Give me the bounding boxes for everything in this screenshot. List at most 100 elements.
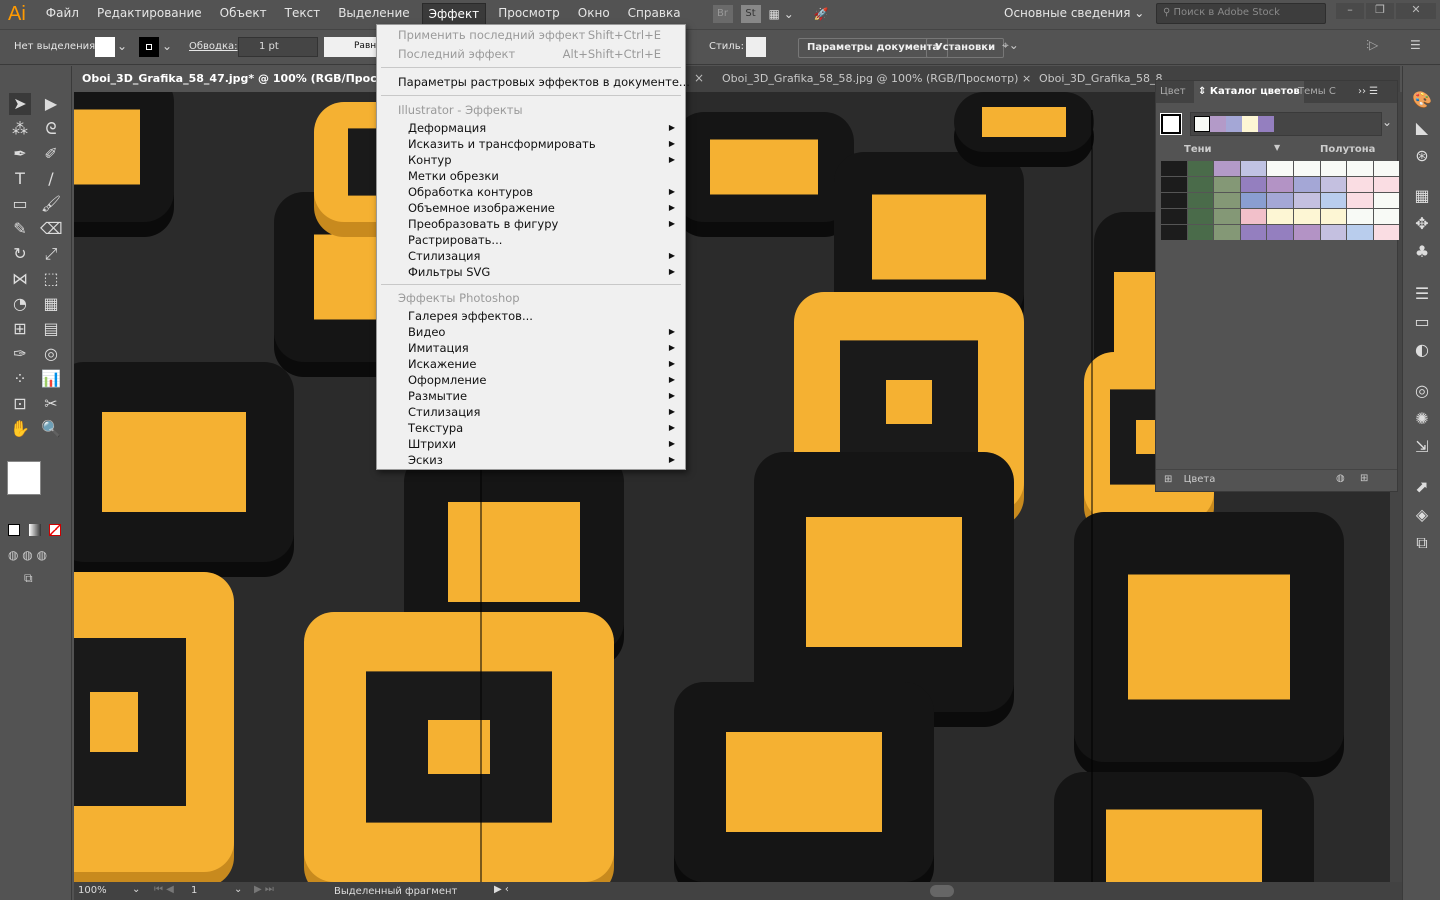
stroke-icon[interactable]: ☰ [1411, 284, 1433, 306]
page-dropdown[interactable]: ⌄ [234, 884, 242, 895]
stroke-profile-select[interactable]: Равн [324, 37, 376, 57]
color-swatch[interactable] [1214, 209, 1240, 224]
color-swatch[interactable] [1293, 177, 1320, 192]
color-swatch[interactable] [1240, 177, 1267, 192]
tab-document-58[interactable]: Oboi_3D_Grafika_58_58.jpg @ 100% (RGB/Пр… [714, 66, 1039, 92]
blend-tool-icon[interactable]: ◎ [40, 343, 62, 365]
gpu-performance-icon[interactable]: 🚀 [814, 7, 829, 21]
menu-item-photoshop-effect[interactable]: Штрихи ▶ [408, 436, 675, 452]
horizontal-scrollbar-thumb[interactable] [930, 885, 954, 897]
menu-effect[interactable]: Эффект [421, 3, 487, 25]
stroke-label[interactable]: Обводка: [189, 41, 238, 52]
hand-tool-icon[interactable]: ✋ [9, 418, 31, 440]
color-swatch[interactable] [1161, 193, 1187, 208]
shape-builder-tool-icon[interactable]: ◔ [9, 293, 31, 315]
color-swatch[interactable] [1293, 225, 1320, 240]
stock-search-input[interactable]: ⚲ Поиск в Adobe Stock [1156, 3, 1326, 24]
status-menu-arrow[interactable]: ▶ ‹ [494, 884, 509, 895]
color-themes-icon[interactable]: ⊛ [1411, 146, 1433, 168]
menu-item-illustrator-effect[interactable]: Обработка контуров ▶ [408, 184, 675, 200]
menu-file[interactable]: Файл [40, 3, 85, 25]
slice-tool-icon[interactable]: ✂ [40, 393, 62, 415]
harmony-color-swatch[interactable] [1226, 116, 1242, 132]
color-swatch[interactable] [1187, 193, 1214, 208]
panel-menu-icon[interactable]: ☰ [1410, 38, 1421, 52]
color-swatch[interactable] [1267, 209, 1293, 224]
preferences-button[interactable]: Установки [926, 38, 1005, 58]
menu-item-illustrator-effect[interactable]: Стилизация ▶ [408, 248, 675, 264]
minimize-button[interactable]: – [1336, 3, 1364, 19]
eraser-tool-icon[interactable]: ⌫ [40, 218, 63, 240]
color-swatch[interactable] [1161, 161, 1187, 176]
appearance-icon[interactable]: ◎ [1411, 381, 1433, 403]
tab-color-themes[interactable]: Темы C [1298, 86, 1336, 97]
tab-close-icon[interactable]: × [694, 71, 704, 85]
harmony-color-swatch[interactable] [1210, 116, 1226, 132]
draw-mode-icon[interactable]: ◍ ◍ ◍ [8, 548, 47, 562]
color-swatch[interactable] [1240, 209, 1267, 224]
color-swatch[interactable] [1373, 177, 1400, 192]
paintbrush-tool-icon[interactable]: 🖌 [40, 193, 62, 215]
rotate-tool-icon[interactable]: ↻ [9, 243, 31, 265]
menu-edit[interactable]: Редактирование [91, 3, 208, 25]
color-swatch[interactable] [1347, 193, 1373, 208]
stroke-swatch[interactable] [139, 37, 159, 57]
color-swatch[interactable] [1161, 225, 1187, 240]
style-swatch[interactable] [746, 37, 766, 57]
color-swatch[interactable] [1240, 161, 1267, 176]
rectangle-tool-icon[interactable]: ▭ [9, 193, 31, 215]
color-swatch[interactable] [1214, 161, 1240, 176]
bridge-button[interactable]: Br [712, 5, 733, 23]
menu-item-photoshop-effect[interactable]: Размытие ▶ [408, 388, 675, 404]
menu-item-illustrator-effect[interactable]: Контур ▶ [408, 152, 675, 168]
tab-close-icon[interactable]: × [1022, 72, 1031, 85]
restore-button[interactable]: ❐ [1366, 3, 1394, 19]
harmony-color-swatch[interactable] [1242, 116, 1258, 132]
harmony-dropdown-icon[interactable]: ⌄ [1382, 115, 1392, 129]
status-info[interactable]: Выделенный фрагмент [334, 886, 457, 897]
panel-expand-icon[interactable]: ›› ☰ [1358, 86, 1378, 97]
scale-tool-icon[interactable]: ⤢ [40, 243, 62, 265]
color-swatch[interactable] [1187, 209, 1214, 224]
menu-item-photoshop-effect[interactable]: Стилизация ▶ [408, 404, 675, 420]
color-swatch[interactable] [1187, 161, 1214, 176]
menu-item-illustrator-effect[interactable]: Деформация ▶ [408, 120, 675, 136]
layers-icon[interactable]: ◈ [1411, 505, 1433, 527]
color-swatch[interactable] [1267, 161, 1293, 176]
menu-window[interactable]: Окно [572, 3, 616, 25]
menu-item-photoshop-effect[interactable]: Галерея эффектов... [408, 308, 675, 324]
magic-wand-tool-icon[interactable]: ⁂ [9, 118, 31, 140]
color-swatch[interactable] [1320, 177, 1347, 192]
color-swatch[interactable] [1214, 193, 1240, 208]
color-swatch[interactable] [1267, 193, 1293, 208]
harmony-rules-select[interactable] [1190, 112, 1382, 136]
base-color-swatch[interactable] [1160, 113, 1182, 135]
color-wheel-icon[interactable]: ◍ [1336, 473, 1345, 484]
transparency-icon[interactable]: ◐ [1411, 340, 1433, 362]
menu-item-photoshop-effect[interactable]: Оформление ▶ [408, 372, 675, 388]
stock-button[interactable]: St [740, 5, 761, 23]
symbols-icon[interactable]: ♣ [1411, 242, 1433, 264]
menu-item-photoshop-effect[interactable]: Эскиз ▶ [408, 452, 675, 468]
fill-color-box[interactable] [7, 461, 41, 495]
fill-dropdown[interactable]: ⌄ [117, 39, 127, 53]
color-swatch[interactable] [1320, 225, 1347, 240]
color-swatch[interactable] [1320, 193, 1347, 208]
color-mode-icon[interactable] [8, 524, 20, 536]
menu-help[interactable]: Справка [622, 3, 687, 25]
color-swatch[interactable] [1347, 161, 1373, 176]
color-guide-icon[interactable]: ◣ [1411, 118, 1433, 140]
menu-item-photoshop-effect[interactable]: Искажение ▶ [408, 356, 675, 372]
menu-item-photoshop-effect[interactable]: Текстура ▶ [408, 420, 675, 436]
color-swatch[interactable] [1187, 225, 1214, 240]
menu-select[interactable]: Выделение [332, 3, 415, 25]
tab-color[interactable]: Цвет [1160, 86, 1186, 97]
color-swatch[interactable] [1187, 177, 1214, 192]
menu-view[interactable]: Просмотр [492, 3, 566, 25]
color-swatch[interactable] [1373, 225, 1400, 240]
gradient-icon[interactable]: ▭ [1411, 312, 1433, 334]
menu-item-illustrator-effect[interactable]: Фильтры SVG ▶ [408, 264, 675, 280]
export-icon[interactable]: ⇲ [1411, 437, 1433, 459]
color-swatch[interactable] [1347, 209, 1373, 224]
select-similar-icon[interactable]: ⌖⌄ [1002, 38, 1019, 53]
